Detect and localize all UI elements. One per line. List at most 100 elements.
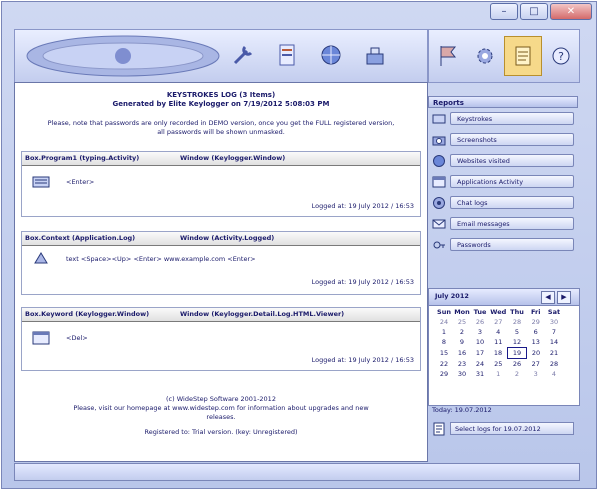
sidebar-item-websites[interactable]: Websites visited xyxy=(430,152,574,170)
calendar-day[interactable]: 2 xyxy=(453,327,471,337)
calendar-header: July 2012 ◀ ▶ xyxy=(429,289,579,306)
sidebar-item-chats[interactable]: Chat logs xyxy=(430,194,574,212)
calendar-weekday: Mon xyxy=(454,308,470,316)
calendar-day[interactable]: 28 xyxy=(545,359,563,370)
report-subtitle: Generated by Elite Keylogger on 7/19/201… xyxy=(112,100,330,108)
calendar-day[interactable]: 2 xyxy=(508,369,527,379)
title-bar: – □ ✕ xyxy=(2,2,596,22)
tools-icon[interactable] xyxy=(357,36,393,74)
demo-note-line1: Please, note that passwords are only rec… xyxy=(47,119,395,127)
select-logs-task[interactable]: Select logs for 19.07.2012 xyxy=(430,420,574,438)
calendar-day[interactable]: 4 xyxy=(545,369,563,379)
calendar-day[interactable]: 1 xyxy=(489,369,508,379)
calendar-day[interactable]: 28 xyxy=(508,317,527,327)
calendar-day[interactable]: 27 xyxy=(489,317,508,327)
sidebar-item-passwords[interactable]: Passwords xyxy=(430,236,574,254)
log-entry-time: Logged at: 19 July 2012 / 16:53 xyxy=(311,202,414,210)
calendar-day[interactable]: 13 xyxy=(527,337,546,348)
calendar-day[interactable]: 7 xyxy=(545,327,563,337)
calendar-day[interactable]: 25 xyxy=(489,359,508,370)
close-button[interactable]: ✕ xyxy=(550,3,592,20)
calendar-day[interactable]: 24 xyxy=(471,359,489,370)
gear-icon[interactable] xyxy=(467,37,503,75)
sidebar-item-label[interactable]: Screenshots xyxy=(450,133,574,146)
window-icon xyxy=(432,176,446,188)
document-icon[interactable] xyxy=(269,36,305,74)
calendar-day[interactable]: 31 xyxy=(471,369,489,379)
calendar-day[interactable]: 14 xyxy=(545,337,563,348)
calendar-day[interactable]: 25 xyxy=(453,317,471,327)
calendar-day[interactable]: 21 xyxy=(545,348,563,359)
calendar-day[interactable]: 20 xyxy=(527,348,546,359)
calendar-day[interactable]: 19 xyxy=(507,347,527,359)
calendar-day[interactable]: 5 xyxy=(508,327,527,337)
select-logs-button[interactable]: Select logs for 19.07.2012 xyxy=(450,422,574,435)
log-entry-2: Box.Context (Application.Log) Window (Ac… xyxy=(21,231,421,295)
report-footer: (c) WideStep Software 2001-2012 Please, … xyxy=(15,395,427,437)
calendar-day[interactable]: 30 xyxy=(453,369,471,379)
calendar-day[interactable]: 26 xyxy=(508,359,527,370)
calendar-weekday: Sun xyxy=(437,308,451,316)
help-icon[interactable]: ? xyxy=(543,37,579,75)
globe-icon[interactable] xyxy=(313,36,349,74)
notes-icon xyxy=(433,422,445,436)
maximize-button[interactable]: □ xyxy=(520,3,548,20)
notes-icon[interactable] xyxy=(503,36,542,76)
flag-icon[interactable] xyxy=(430,37,466,75)
calendar-day[interactable]: 18 xyxy=(489,348,508,359)
calendar-day[interactable]: 9 xyxy=(453,337,471,348)
copyright-text: (c) WideStep Software 2001-2012 xyxy=(166,395,276,403)
demo-note-line2: all passwords will be shown unmasked. xyxy=(157,128,285,136)
calendar-day[interactable]: 24 xyxy=(435,317,453,327)
calendar-day[interactable]: 22 xyxy=(435,359,453,370)
calendar-day[interactable]: 17 xyxy=(471,348,489,359)
sidebar-item-label[interactable]: Email messages xyxy=(450,217,574,230)
log-entry-app: Box.Keyword (Keylogger.Window) xyxy=(25,310,150,318)
calendar-day[interactable]: 30 xyxy=(545,317,563,327)
sidebar-item-label[interactable]: Keystrokes xyxy=(450,112,574,125)
svg-text:?: ? xyxy=(558,50,564,63)
key-icon xyxy=(433,241,445,249)
calendar-day[interactable]: 3 xyxy=(527,369,546,379)
calendar-day[interactable]: 27 xyxy=(527,359,546,370)
calendar-day[interactable]: 29 xyxy=(527,317,546,327)
log-entry-app: Box.Context (Application.Log) xyxy=(25,234,136,242)
wrench-icon[interactable] xyxy=(225,36,261,74)
calendar-day[interactable]: 4 xyxy=(489,327,508,337)
log-entry-text: <Enter> xyxy=(66,178,95,186)
calendar-day[interactable]: 11 xyxy=(489,337,508,348)
sidebar-item-label[interactable]: Passwords xyxy=(450,238,574,251)
calendar-day[interactable]: 23 xyxy=(453,359,471,370)
calendar-day[interactable]: 1 xyxy=(435,327,453,337)
calendar-day[interactable]: 16 xyxy=(453,348,471,359)
calendar-day[interactable]: 15 xyxy=(435,348,453,359)
today-label[interactable]: Today: 19.07.2012 xyxy=(428,406,582,414)
sidebar-item-keystrokes[interactable]: Keystrokes xyxy=(430,110,574,128)
calendar-day[interactable]: 12 xyxy=(508,337,527,348)
app-logo xyxy=(26,35,220,77)
email-icon xyxy=(432,219,446,229)
sidebar-item-label[interactable]: Websites visited xyxy=(450,154,574,167)
sidebar-item-applications[interactable]: Applications Activity xyxy=(430,173,574,191)
calendar-day[interactable]: 29 xyxy=(435,369,453,379)
calendar-day[interactable]: 10 xyxy=(471,337,489,348)
calendar-weekday: Fri xyxy=(531,308,541,316)
sidebar-item-label[interactable]: Chat logs xyxy=(450,196,574,209)
caption-buttons: – □ ✕ xyxy=(490,3,592,20)
homepage-text: Please, visit our homepage at www.widest… xyxy=(73,404,369,412)
sidebar-item-label[interactable]: Applications Activity xyxy=(450,175,574,188)
calendar-day[interactable]: 8 xyxy=(435,337,453,348)
camera-icon xyxy=(432,136,446,146)
calendar-day[interactable]: 26 xyxy=(471,317,489,327)
calendar-day[interactable]: 3 xyxy=(471,327,489,337)
calendar-day[interactable]: 6 xyxy=(527,327,546,337)
window-icon xyxy=(32,331,50,345)
calendar-next-button[interactable]: ▶ xyxy=(557,291,571,304)
sidebar-item-emails[interactable]: Email messages xyxy=(430,215,574,233)
calendar-prev-button[interactable]: ◀ xyxy=(541,291,555,304)
sidebar-item-screenshots[interactable]: Screenshots xyxy=(430,131,574,149)
log-entry-window: Window (Keylogger.Window) xyxy=(180,154,286,162)
demo-note: Please, note that passwords are only rec… xyxy=(23,119,419,137)
minimize-button[interactable]: – xyxy=(490,3,518,20)
log-entry-app: Box.Program1 (typing.Activity) xyxy=(25,154,140,162)
